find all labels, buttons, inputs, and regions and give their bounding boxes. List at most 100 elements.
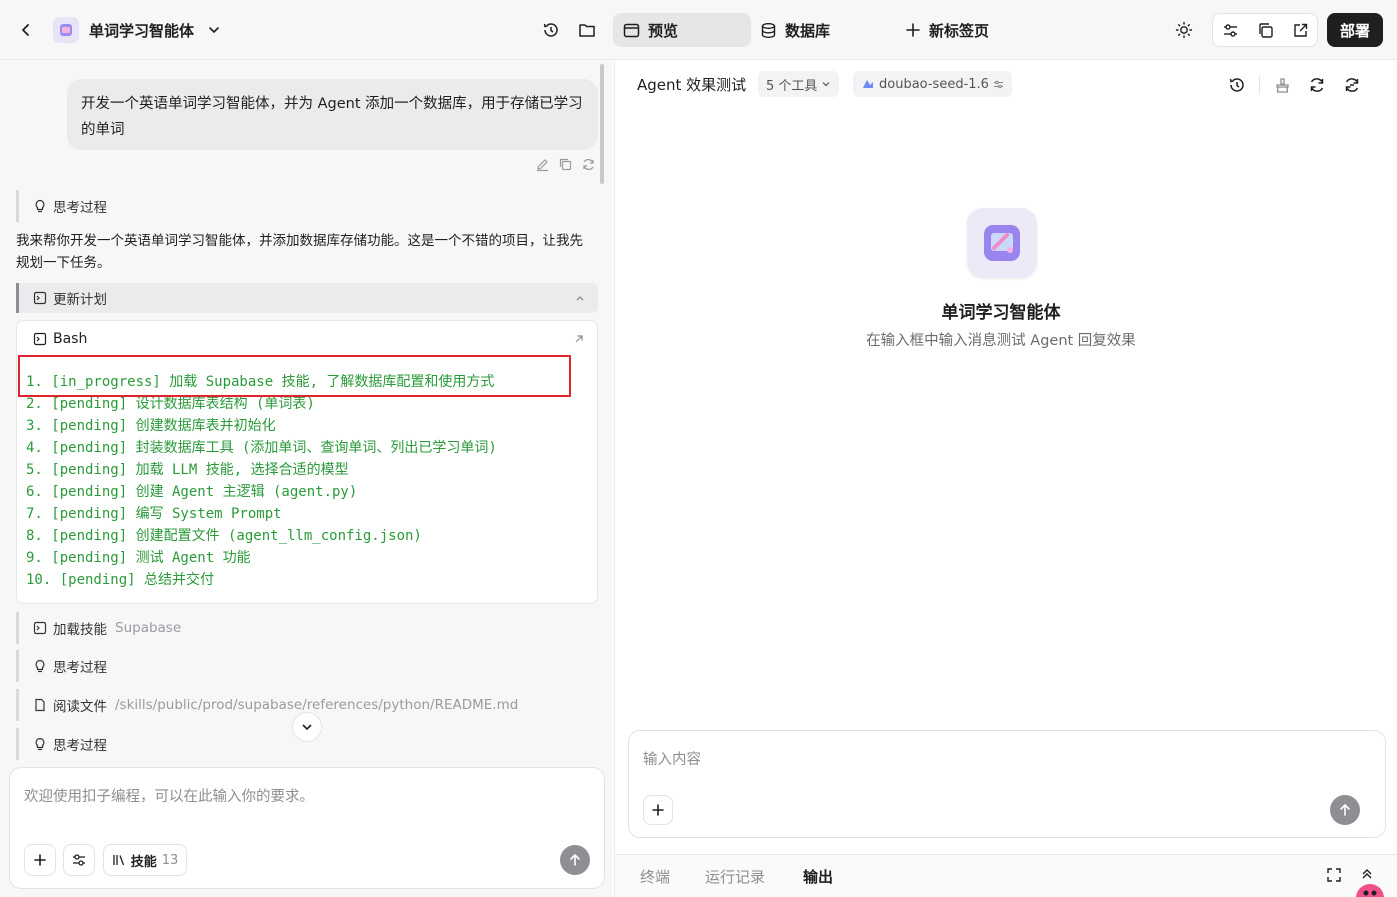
load-skill-label: 加载技能 [53, 622, 107, 638]
tab-output[interactable]: 输出 [803, 866, 833, 887]
deploy-button[interactable]: 部署 [1327, 13, 1383, 47]
file-icon [33, 698, 47, 712]
load-skill-step[interactable]: 加载技能 Supabase [16, 612, 598, 644]
chat-scrollbar[interactable] [600, 64, 604, 184]
update-plan-step[interactable]: 更新计划 [16, 283, 598, 313]
external-link-icon [1292, 22, 1309, 39]
history-icon [1228, 76, 1246, 94]
model-label: doubao-seed-1.6 [879, 76, 989, 92]
lightbulb-icon [33, 737, 47, 751]
agent-logo-icon [980, 221, 1024, 265]
chat-composer: 欢迎使用扣子编程，可以在此输入你的要求。 技能 13 [9, 767, 605, 889]
refresh-button[interactable] [1305, 73, 1329, 97]
read-file-path: /skills/public/prod/supabase/references/… [115, 697, 519, 713]
chevron-down-icon [207, 23, 221, 37]
sliders-icon [71, 852, 87, 868]
assistant-text: 我来帮你开发一个英语单词学习智能体，并添加数据库存储功能。这是一个不错的项目，让… [16, 233, 583, 271]
thinking-step[interactable]: 思考过程 [16, 650, 598, 682]
files-button[interactable] [575, 18, 599, 42]
tab-preview[interactable]: 预览 [613, 13, 751, 47]
back-button[interactable] [14, 18, 38, 42]
plan-line: 9. [pending] 测试 Agent 功能 [26, 550, 251, 566]
plan-line: 5. [pending] 加载 LLM 技能, 选择合适的模型 [26, 462, 349, 478]
terminal-icon [33, 621, 47, 635]
bash-header: Bash [33, 331, 87, 347]
tab-new[interactable]: 新标签页 [895, 13, 999, 47]
project-dropdown[interactable] [204, 20, 224, 40]
reload-agent-button[interactable] [1340, 73, 1364, 97]
read-file-label: 阅读文件 [53, 699, 107, 715]
attach-button[interactable] [24, 844, 56, 876]
edit-icon[interactable] [535, 157, 550, 172]
tab-run-log[interactable]: 运行记录 [705, 866, 765, 887]
copy-icon [1257, 22, 1274, 39]
skills-count: 13 [161, 852, 179, 868]
update-plan-label: 更新计划 [53, 292, 107, 308]
chat-input[interactable]: 欢迎使用扣子编程，可以在此输入你的要求。 [24, 785, 314, 806]
options-button[interactable] [63, 844, 95, 876]
library-icon [112, 853, 126, 867]
divider [1259, 76, 1260, 94]
preview-input[interactable]: 输入内容 [643, 748, 701, 769]
load-skill-name: Supabase [115, 620, 182, 636]
expand-arrow-icon[interactable] [573, 333, 585, 345]
sync-icon [1343, 76, 1361, 94]
history-button[interactable] [539, 18, 563, 42]
open-external-button[interactable] [1288, 18, 1312, 42]
tab-new-label: 新标签页 [929, 21, 990, 40]
thinking-label: 思考过程 [53, 660, 107, 676]
plus-icon [905, 22, 921, 38]
plan-line: 7. [pending] 编写 System Prompt [26, 506, 282, 522]
theme-toggle[interactable] [1172, 18, 1196, 42]
history-button[interactable] [1225, 73, 1249, 97]
plan-line: 4. [pending] 封装数据库工具 (添加单词、查询单词、列出已学习单词) [26, 440, 497, 456]
preview-send-button[interactable] [1330, 795, 1360, 825]
chat-panel: 开发一个英语单词学习智能体，并为 Agent 添加一个数据库，用于存储已学习的单… [0, 60, 612, 897]
sliders-icon [993, 79, 1004, 90]
thinking-step[interactable]: 思考过程 [16, 190, 598, 222]
settings-button[interactable] [1218, 18, 1242, 42]
bottom-tab-bar: 终端 运行记录 输出 [615, 854, 1397, 897]
plus-icon [33, 853, 47, 867]
thinking-label: 思考过程 [53, 200, 107, 216]
history-icon [542, 21, 560, 39]
project-name[interactable]: 单词学习智能体 [89, 20, 194, 41]
assistant-mascot[interactable] [1355, 883, 1385, 897]
plus-icon [651, 803, 665, 817]
chevron-up-icon [574, 292, 586, 304]
tab-database[interactable]: 数据库 [750, 13, 840, 47]
copy-button[interactable] [1253, 18, 1277, 42]
preview-title: Agent 效果测试 [637, 76, 747, 94]
fullscreen-button[interactable] [1326, 867, 1342, 887]
sun-icon [1175, 21, 1193, 39]
double-chevron-up-icon [1360, 867, 1374, 881]
user-message: 开发一个英语单词学习智能体，并为 Agent 添加一个数据库，用于存储已学习的单… [67, 79, 598, 150]
chevron-down-icon [821, 79, 831, 89]
tab-database-label: 数据库 [785, 21, 831, 40]
skills-button[interactable]: 技能 13 [103, 844, 187, 876]
skills-label: 技能 [130, 854, 157, 870]
model-selector[interactable]: doubao-seed-1.6 [853, 71, 1012, 97]
arrow-up-icon [568, 853, 582, 867]
chevron-left-icon [18, 22, 34, 38]
terminal-icon [33, 332, 47, 346]
app-logo-icon [58, 22, 74, 38]
tools-selector[interactable]: 5 个工具 [758, 71, 840, 97]
tab-terminal[interactable]: 终端 [640, 866, 670, 887]
preview-composer: 输入内容 [628, 730, 1386, 838]
retry-icon[interactable] [581, 157, 596, 172]
plan-line: 8. [pending] 创建配置文件 (agent_llm_config.js… [26, 528, 422, 544]
scroll-down-button[interactable] [292, 712, 322, 742]
annotation-highlight-box [18, 355, 571, 397]
preview-attach-button[interactable] [643, 795, 673, 825]
bash-label: Bash [53, 331, 88, 347]
chevron-down-icon [300, 720, 314, 734]
clear-button[interactable] [1270, 73, 1294, 97]
send-button[interactable] [560, 845, 590, 875]
copy-icon[interactable] [558, 157, 573, 172]
project-avatar [53, 17, 79, 43]
lightbulb-icon [33, 199, 47, 213]
sliders-icon [1222, 22, 1239, 39]
broom-icon [1274, 77, 1291, 94]
agent-avatar [967, 208, 1037, 278]
